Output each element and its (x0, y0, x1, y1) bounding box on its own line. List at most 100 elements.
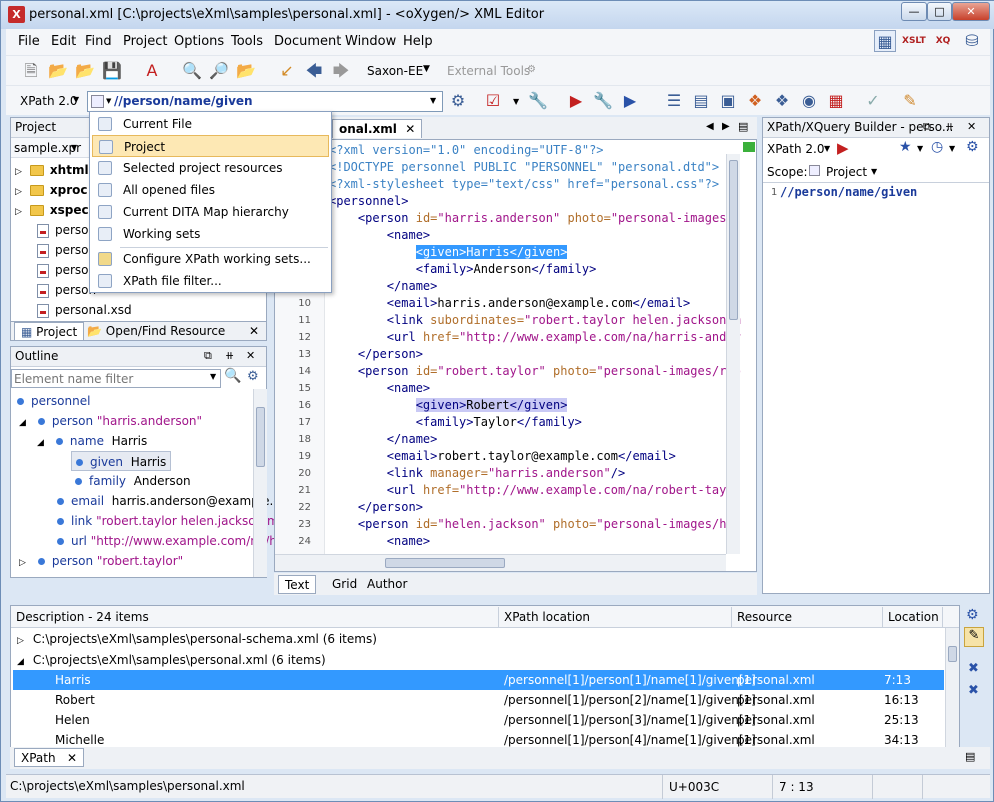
chevron-down-icon[interactable]: ▼ (430, 96, 436, 105)
chevron-down-icon[interactable]: ▼ (71, 143, 77, 152)
code-line[interactable]: <email>robert.taylor@example.com</email> (329, 448, 676, 465)
project-item[interactable]: person (37, 240, 96, 260)
tab-grid-mode[interactable]: Grid (326, 575, 363, 594)
code-line[interactable]: <family>Anderson</family> (329, 261, 597, 278)
scope-item-working-sets[interactable]: Working sets (92, 223, 329, 245)
xpath-expression[interactable]: //person/name/given (114, 94, 253, 108)
menu-find[interactable]: Find (85, 34, 112, 49)
code-line[interactable]: </person> (329, 346, 423, 363)
chevron-down-icon[interactable]: ▼ (423, 64, 430, 74)
builder-expression[interactable]: //person/name/given (780, 185, 917, 199)
outline-node[interactable]: personnel (17, 391, 90, 411)
code-line[interactable]: <given>Harris</given> (329, 244, 568, 261)
chevron-down-icon[interactable]: ▼ (73, 95, 79, 104)
column-description[interactable]: Description - 24 items (11, 607, 499, 627)
outline-node[interactable]: family Anderson (75, 471, 191, 491)
forward-icon[interactable]: 🡆 (330, 60, 352, 82)
certify-icon[interactable]: ✓ (862, 90, 884, 112)
history-icon[interactable]: ◷ (931, 139, 943, 155)
outline-node[interactable]: ◢ name Harris (37, 431, 147, 451)
tab-list-icon[interactable]: ▤ (965, 750, 975, 763)
scope-icon[interactable] (91, 95, 104, 108)
menu-project[interactable]: Project (123, 34, 167, 49)
column-location[interactable]: Location (883, 607, 943, 627)
back-icon[interactable]: 🡄 (303, 60, 325, 82)
result-row[interactable]: Helen/personnel[1]/person[3]/name[1]/giv… (13, 710, 944, 730)
outline-node-selected[interactable]: given Harris (71, 451, 172, 471)
find-in-files-icon[interactable]: 🔎 (208, 60, 230, 82)
chevron-down-icon[interactable]: ▼ (513, 97, 519, 106)
menu-tools[interactable]: Tools (231, 34, 263, 49)
wsdl-icon[interactable]: ◉ (798, 90, 820, 112)
result-row[interactable]: Michelle/personnel[1]/person[4]/name[1]/… (13, 730, 944, 747)
spell-check-icon[interactable]: A (141, 60, 163, 82)
code-line[interactable]: <?xml version="1.0" encoding="UTF-8"?> (329, 142, 604, 159)
editor-hscrollbar[interactable] (275, 554, 726, 571)
tab-author-mode[interactable]: Author (361, 575, 413, 594)
search-icon[interactable]: 🔍 (224, 368, 241, 384)
code-line[interactable]: <person id="harris.anderson" photo="pers… (329, 210, 741, 227)
menu-window[interactable]: Window (345, 34, 396, 49)
remove-icon[interactable]: ✖ (968, 661, 979, 676)
remove-all-icon[interactable]: ✖ (968, 683, 979, 698)
scope-select[interactable]: Project (826, 165, 867, 179)
debug-scenario-icon[interactable]: ▶ (619, 90, 641, 112)
run-xpath-icon[interactable]: ▶ (837, 139, 849, 157)
results-group[interactable]: ◢ C:\projects\eXml\samples\personal.xml (… (17, 650, 326, 670)
tab-personal-xml[interactable]: onal.xml ✕ (332, 119, 423, 138)
code-line[interactable]: <link subordinates="robert.taylor helen.… (329, 312, 741, 329)
code-line[interactable]: <name> (329, 227, 430, 244)
editor-perspective-icon[interactable]: ▦ (874, 30, 896, 52)
validate-icon[interactable]: ☑ (482, 90, 504, 112)
project-item[interactable]: person (37, 280, 96, 300)
profile-icon[interactable]: ✎ (899, 90, 921, 112)
chevron-down-icon[interactable]: ▼ (210, 372, 216, 381)
generate-docs-icon[interactable]: ▦ (825, 90, 847, 112)
column-xpath-location[interactable]: XPath location (499, 607, 732, 627)
tab-list-icon[interactable]: ▤ (738, 120, 748, 133)
xquery-perspective-icon[interactable]: XQ (932, 30, 954, 52)
element-filter-input[interactable] (11, 369, 221, 388)
column-resource[interactable]: Resource (732, 607, 883, 627)
menu-file[interactable]: File (18, 34, 40, 49)
xpath-version-select[interactable]: XPath 2.0 (20, 94, 77, 108)
chevron-down-icon[interactable]: ▼ (824, 144, 830, 153)
menu-options[interactable]: Options (174, 34, 224, 49)
code-line[interactable]: <!DOCTYPE personnel PUBLIC "PERSONNEL" "… (329, 159, 719, 176)
chevron-down-icon[interactable]: ▼ (106, 97, 111, 105)
close-icon[interactable]: ✕ (967, 120, 976, 133)
close-icon[interactable]: ✕ (246, 349, 255, 362)
tree-editor-icon[interactable]: ❖ (744, 90, 766, 112)
save-icon[interactable]: 💾 (101, 60, 123, 82)
menu-document[interactable]: Document (274, 34, 341, 49)
toggle-comment-icon[interactable]: ▤ (690, 90, 712, 112)
code-line[interactable]: </person> (329, 499, 423, 516)
code-line[interactable]: <url href="http://www.example.com/na/har… (329, 329, 741, 346)
outline-node[interactable]: ▷ person "robert.taylor" (19, 551, 183, 571)
code-line[interactable]: <email>harris.anderson@example.com</emai… (329, 295, 690, 312)
settings-gear-icon[interactable]: ⚙ (966, 607, 979, 623)
new-file-icon[interactable]: 🗎 (20, 60, 42, 82)
pin-icon[interactable]: ⧺ (945, 120, 954, 133)
tab-xpath-results[interactable]: XPath ✕ (14, 748, 85, 767)
open-file-icon[interactable]: 📂 (47, 60, 69, 82)
outline-node[interactable]: url "http://www.example.com/na/ha (57, 531, 284, 551)
code-line[interactable]: </name> (329, 278, 438, 295)
transformer-select[interactable]: Saxon-EE (367, 64, 423, 78)
code-line[interactable]: <name> (329, 380, 430, 397)
code-line[interactable]: <personnel> (329, 193, 408, 210)
code-line[interactable]: <person id="robert.taylor" photo="person… (329, 363, 741, 380)
project-item[interactable]: person (37, 220, 96, 240)
xml-refactor-icon[interactable]: ▣ (717, 90, 739, 112)
apply-transformation-icon[interactable]: ▶ (565, 90, 587, 112)
scope-item-opened-files[interactable]: All opened files (92, 179, 329, 201)
tab-project[interactable]: ▦ Project (14, 322, 85, 341)
check-wellformed-icon[interactable]: 🔧 (527, 90, 549, 112)
editor-text-area[interactable]: <?xml version="1.0" encoding="UTF-8"?> <!… (274, 139, 757, 572)
minimize-button[interactable]: — (901, 2, 927, 21)
tab-left-icon[interactable]: ◀ (706, 121, 714, 132)
database-perspective-icon[interactable]: ⛁ (961, 30, 983, 52)
project-item[interactable]: ▷ xhtml (15, 160, 89, 180)
builder-version-select[interactable]: XPath 2.0 (767, 142, 824, 156)
project-item[interactable]: person (37, 260, 96, 280)
